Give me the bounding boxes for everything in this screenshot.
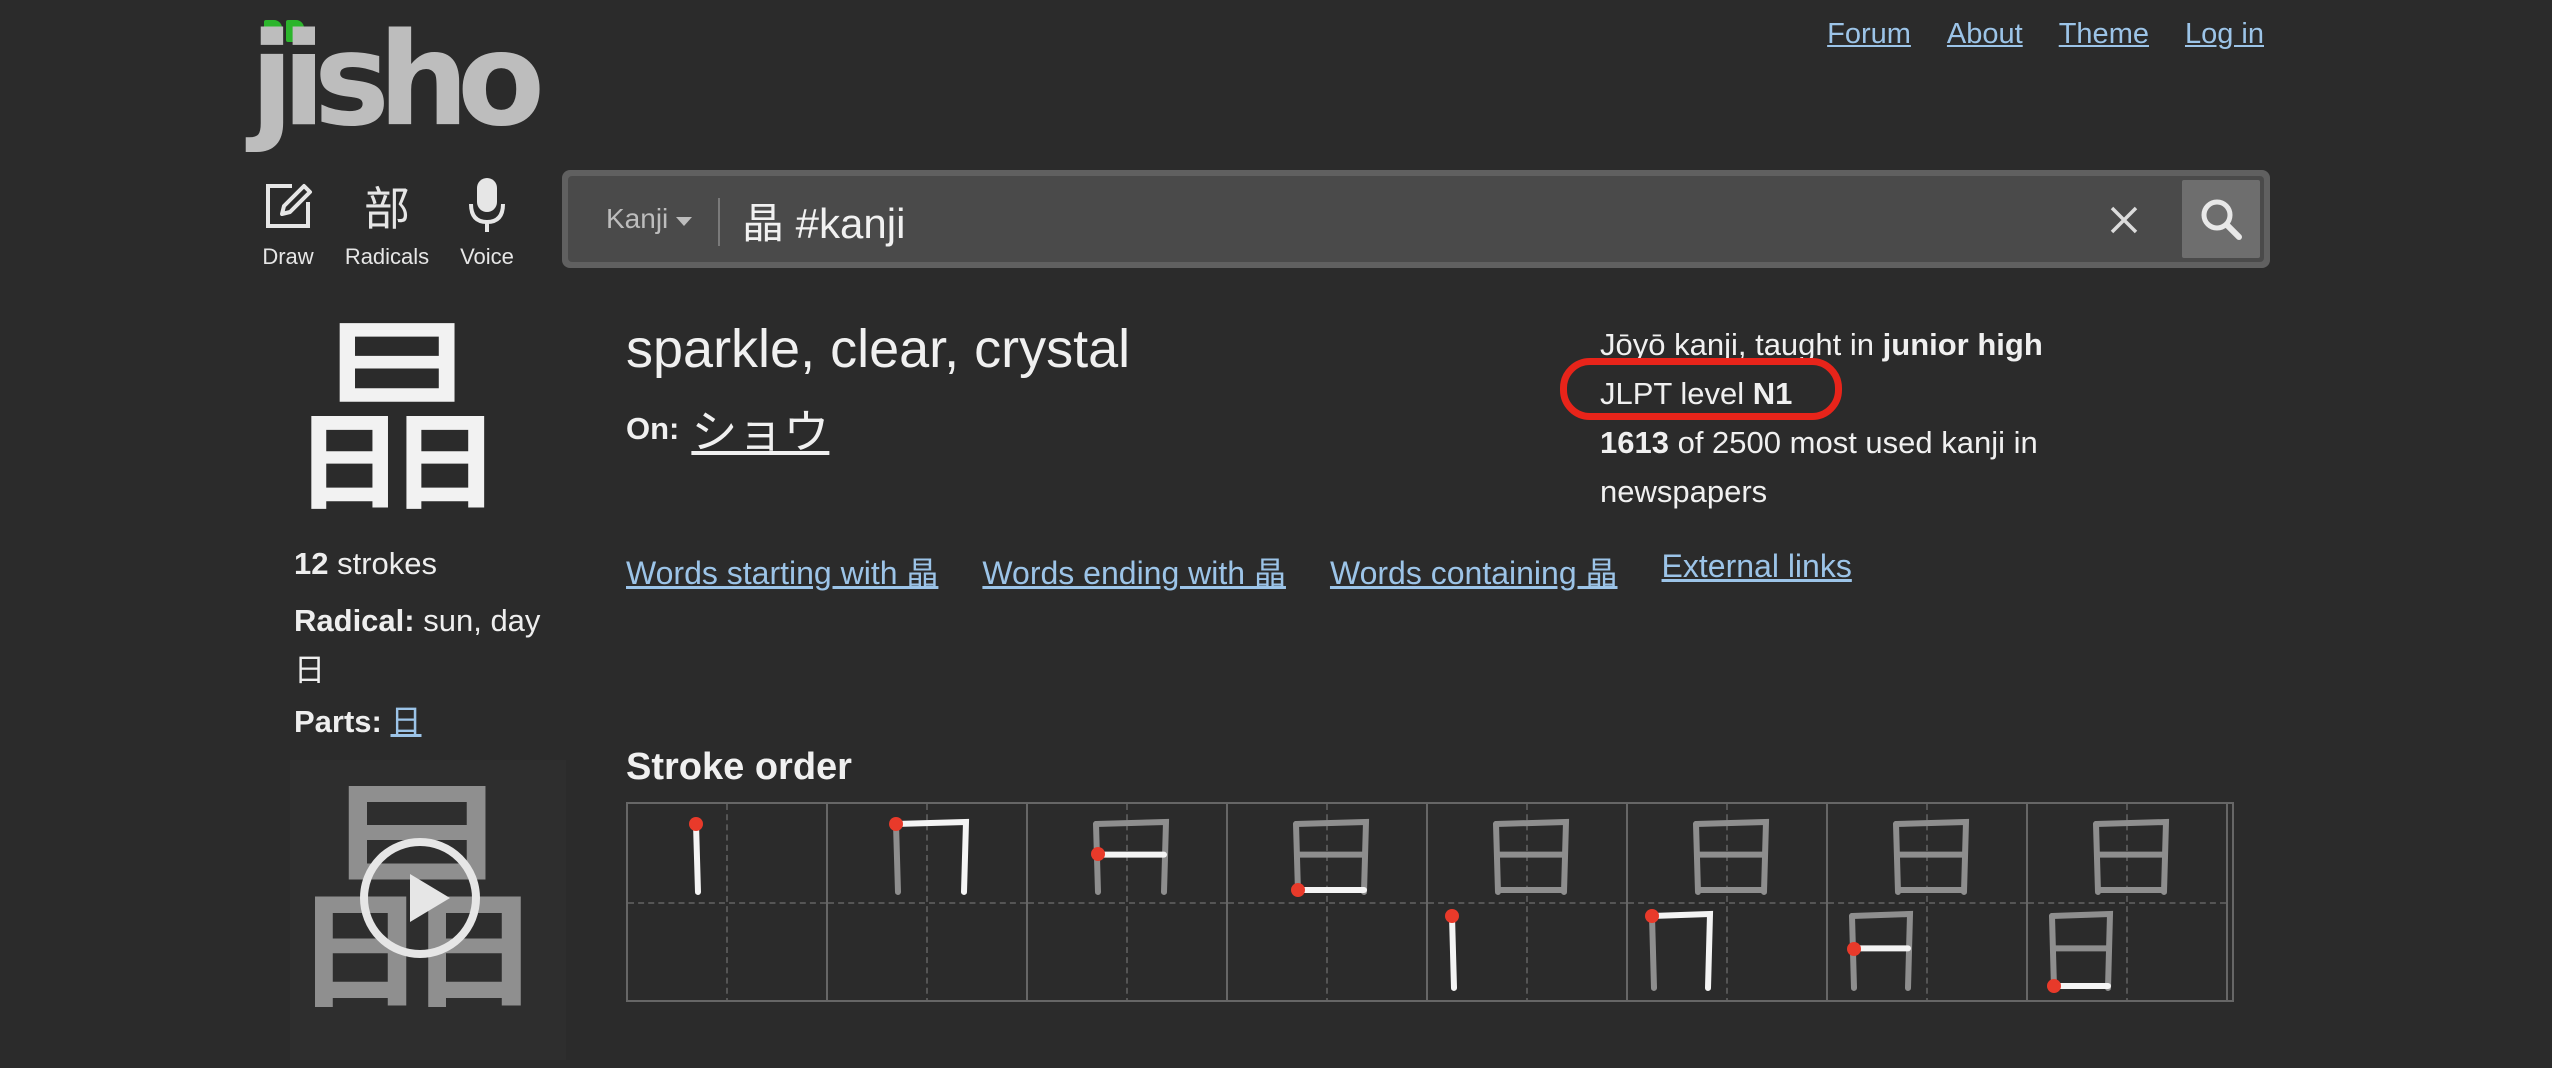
logo-text: jisho bbox=[250, 6, 545, 155]
previous-stroke bbox=[893, 821, 901, 895]
stroke-start-dot bbox=[689, 817, 703, 831]
kanji-character: 晶 bbox=[292, 297, 503, 542]
stroke-start-dot bbox=[2047, 979, 2061, 993]
current-stroke bbox=[893, 818, 970, 895]
close-icon bbox=[2110, 206, 2138, 234]
draw-label: Draw bbox=[262, 244, 314, 269]
clear-button[interactable] bbox=[2102, 198, 2146, 242]
stroke-frame-drawing bbox=[1445, 818, 1570, 991]
part-link[interactable]: 日 bbox=[391, 704, 422, 739]
stroke-frame-drawing bbox=[1291, 818, 1370, 897]
stroke-start-dot bbox=[1291, 883, 1305, 897]
frequency-info: 1613 of 2500 most used kanji in newspape… bbox=[1600, 418, 2120, 516]
stroke-start-dot bbox=[1645, 909, 1659, 923]
voice-label: Voice bbox=[460, 244, 514, 269]
radical-character: 日 bbox=[294, 653, 325, 688]
stroke-count-label: strokes bbox=[337, 546, 438, 581]
stroke-frame-drawing bbox=[889, 817, 970, 895]
previous-stroke bbox=[1893, 821, 1901, 895]
stroke-count: 12 strokes bbox=[294, 546, 437, 582]
stroke-frame bbox=[828, 804, 1028, 1000]
joyo-level: junior high bbox=[1882, 327, 2043, 362]
parts-info: Parts: 日 bbox=[294, 696, 422, 741]
parts-label: Parts: bbox=[294, 704, 382, 739]
stroke-frame bbox=[628, 804, 828, 1000]
draw-icon bbox=[256, 174, 320, 238]
chevron-down-icon bbox=[676, 216, 693, 226]
stroke-count-value: 12 bbox=[294, 546, 329, 581]
search-type-label: Kanji bbox=[606, 203, 669, 234]
radicals-button[interactable]: 部 Radicals bbox=[340, 174, 434, 270]
nav-theme-link[interactable]: Theme bbox=[2059, 18, 2149, 51]
stroke-frame bbox=[1428, 804, 1628, 1000]
stroke-frame bbox=[1028, 804, 1228, 1000]
stroke-order-title: Stroke order bbox=[626, 746, 852, 788]
search-icon bbox=[2201, 199, 2242, 240]
jisho-logo[interactable]: jisho bbox=[250, 14, 545, 146]
stroke-frame bbox=[2028, 804, 2228, 1000]
current-stroke bbox=[1449, 913, 1457, 991]
words-starting-link[interactable]: Words starting with 晶 bbox=[626, 548, 938, 594]
play-icon[interactable] bbox=[360, 838, 480, 958]
kanji-meanings: sparkle, clear, crystal bbox=[626, 319, 1131, 379]
stroke-frame bbox=[1628, 804, 1828, 1000]
radicals-icon: 部 bbox=[364, 182, 410, 236]
search-button[interactable] bbox=[2182, 180, 2260, 258]
stroke-frame-drawing bbox=[2047, 818, 2170, 993]
on-reading-label: On: bbox=[626, 411, 680, 446]
frequency-rank: 1613 bbox=[1600, 425, 1669, 460]
previous-stroke bbox=[2049, 913, 2057, 991]
on-reading-link[interactable]: ショウ bbox=[691, 396, 829, 462]
voice-button[interactable]: Voice bbox=[456, 174, 518, 270]
words-containing-link[interactable]: Words containing 晶 bbox=[1330, 548, 1618, 594]
stroke-frame bbox=[1228, 804, 1428, 1000]
radical-meaning: sun, day bbox=[423, 603, 541, 638]
on-reading: On: ショウ bbox=[626, 396, 829, 462]
draw-button[interactable]: Draw bbox=[256, 174, 320, 270]
stroke-frame-drawing bbox=[689, 817, 703, 895]
current-stroke bbox=[1649, 910, 1714, 991]
stroke-order-diagram bbox=[626, 802, 2234, 1002]
words-ending-link[interactable]: Words ending with 晶 bbox=[982, 548, 1286, 594]
search-input[interactable] bbox=[740, 186, 1944, 254]
previous-stroke bbox=[1293, 821, 1301, 895]
stroke-start-dot bbox=[889, 817, 903, 831]
previous-stroke bbox=[2093, 821, 2101, 895]
nav-about-link[interactable]: About bbox=[1947, 18, 2023, 51]
nav-login-link[interactable]: Log in bbox=[2185, 18, 2264, 51]
word-links: Words starting with 晶 Words ending with … bbox=[626, 548, 1852, 594]
stroke-start-dot bbox=[1445, 909, 1459, 923]
nav-forum-link[interactable]: Forum bbox=[1827, 18, 1911, 51]
stroke-frame-drawing bbox=[1847, 818, 1970, 991]
top-nav: Forum About Theme Log in bbox=[1827, 18, 2264, 51]
stroke-frame-drawing bbox=[1091, 818, 1170, 895]
joyo-prefix: Jōyō kanji, taught in bbox=[1600, 327, 1875, 362]
stroke-start-dot bbox=[1847, 942, 1861, 956]
radical-info: Radical: sun, day 日 bbox=[294, 596, 554, 696]
search-bar: Kanji bbox=[562, 170, 2270, 268]
previous-stroke bbox=[1493, 821, 1501, 895]
radical-label: Radical: bbox=[294, 603, 415, 638]
highlight-circle bbox=[1560, 358, 1842, 420]
stroke-start-dot bbox=[1091, 847, 1105, 861]
previous-stroke bbox=[1649, 913, 1657, 991]
search-separator bbox=[718, 198, 720, 246]
stroke-frame-drawing bbox=[1645, 818, 1770, 991]
previous-stroke bbox=[1693, 821, 1701, 895]
current-stroke bbox=[693, 821, 701, 895]
stroke-animation[interactable]: 晶 bbox=[290, 760, 566, 1060]
external-links-link[interactable]: External links bbox=[1662, 548, 1852, 594]
radicals-label: Radicals bbox=[344, 244, 430, 269]
microphone-icon bbox=[456, 174, 518, 238]
search-type-dropdown[interactable]: Kanji bbox=[606, 176, 693, 262]
stroke-frame bbox=[1828, 804, 2028, 1000]
search-bar-inner: Kanji bbox=[568, 176, 2264, 262]
